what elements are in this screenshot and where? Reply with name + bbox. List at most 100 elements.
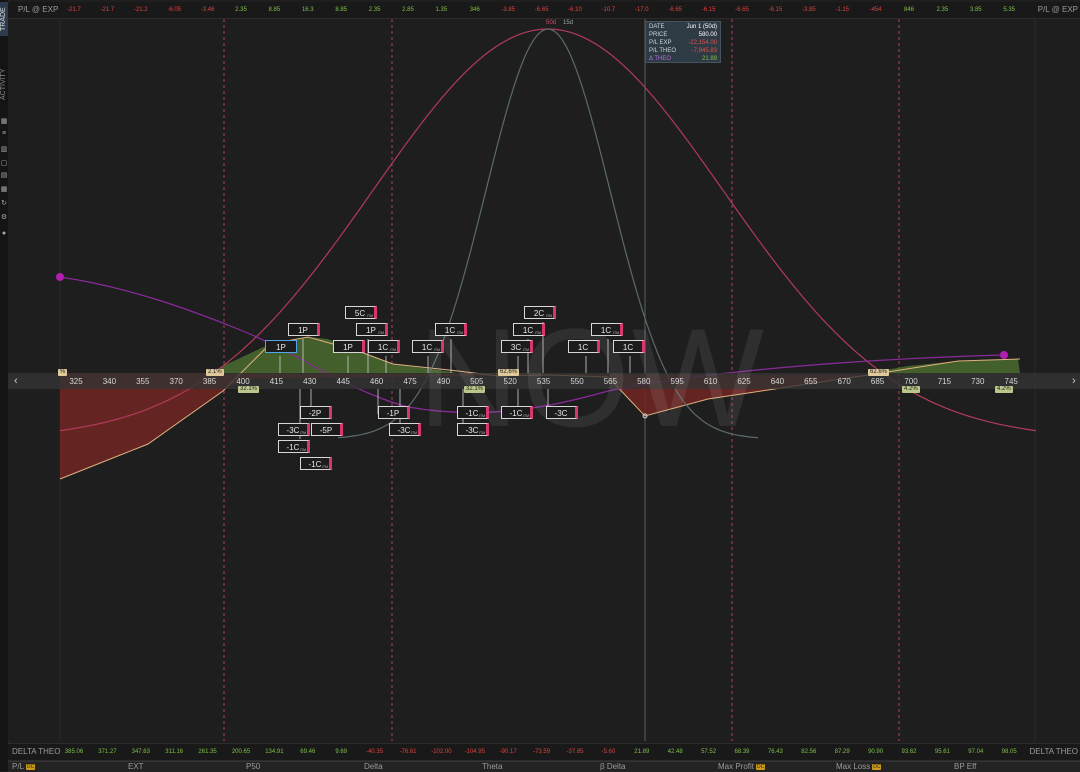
info-pl-theo-value: -7,945.83 — [691, 48, 717, 54]
axis-tick-label: 460 — [369, 377, 384, 386]
axis-tick-label: 355 — [136, 377, 150, 386]
leg-badge[interactable]: 1P — [288, 323, 320, 336]
summary-footer: P/L DC EXT P50 Delta Theta β Delta Max Profit DC… — [8, 761, 1080, 772]
bars-icon[interactable]: ▥ — [0, 146, 8, 154]
strip-value: -6.05 — [167, 7, 182, 13]
strip-value: 9.69 — [335, 749, 348, 755]
leg-badge[interactable]: -3C ITM — [389, 423, 421, 436]
axis-tick-label: 565 — [603, 377, 618, 386]
strip-value: -6.65 — [534, 7, 549, 13]
leg-badge[interactable]: 1P — [333, 340, 365, 353]
axis-tick-label: 670 — [837, 377, 851, 386]
strip-value: 346 — [469, 7, 480, 13]
delta-theo-strip: DELTA THEO 385.06 371.27 347.63 311.16 261.3… — [8, 743, 1080, 761]
strip-value: 3.85 — [969, 7, 982, 13]
grid-icon[interactable]: ▦ — [0, 118, 8, 126]
leg-badge[interactable]: 1C — [613, 340, 645, 353]
leg-badge[interactable]: 1C — [568, 340, 600, 353]
info-pl-exp-label: P/L EXP — [649, 40, 672, 46]
leg-badge[interactable]: 1P ITM — [356, 323, 388, 336]
axis-tick-label: 400 — [236, 377, 250, 386]
strip-value: -17.0 — [634, 7, 649, 13]
strip-label-right: P/L @ EXP — [1037, 5, 1078, 14]
table-icon[interactable]: ▦ — [0, 186, 8, 194]
leg-badge[interactable]: 1C ITM — [435, 323, 467, 336]
leg-badge[interactable]: 1P — [265, 340, 297, 353]
day-label-right: 15d — [563, 20, 574, 26]
strip-value: -6.10 — [568, 7, 582, 13]
strip-value: 21.89 — [634, 749, 650, 755]
strip-value: 347.63 — [131, 749, 150, 755]
leg-badge[interactable]: -3C ITM — [278, 423, 310, 436]
axis-tick-label: 580 — [637, 377, 651, 386]
strip-value: 5.35 — [1003, 7, 1016, 13]
strip-value: -5.60 — [601, 749, 616, 755]
strip-value: -21.7 — [67, 7, 81, 13]
strip-value: -21.2 — [133, 7, 148, 13]
leg-badge[interactable]: -5P — [311, 423, 343, 436]
columns-icon[interactable]: ▤ — [0, 172, 8, 180]
leg-badge[interactable]: -2P — [300, 406, 332, 419]
leg-badge[interactable]: 1C ITM — [513, 323, 545, 336]
strip-label-left: P/L @ EXP — [18, 5, 59, 14]
axis-tick-label: 445 — [336, 377, 350, 386]
strip-value: -3.85 — [801, 7, 816, 13]
leg-badge[interactable]: -1P — [378, 406, 410, 419]
axis-tick-label: 715 — [937, 377, 952, 386]
settings-icon[interactable]: ⚙ — [0, 214, 8, 222]
strip-value: 68.39 — [734, 749, 750, 755]
leg-badge[interactable]: 1C ITM — [591, 323, 623, 336]
strip-value: 2.35 — [368, 7, 381, 13]
strip-value: -6.15 — [701, 7, 716, 13]
refresh-icon[interactable]: ↻ — [0, 200, 8, 208]
info-price-value: 580.00 — [698, 32, 717, 38]
window-icon[interactable]: ▢ — [0, 160, 8, 168]
leg-badge[interactable]: 2C ITM — [524, 306, 556, 319]
strip-value: 8.85 — [335, 7, 348, 13]
strip-value: 93.62 — [901, 749, 917, 755]
help-icon[interactable]: ● — [0, 230, 8, 238]
strip-value: 385.06 — [64, 749, 84, 755]
prob-tag: 62.6% — [498, 369, 520, 376]
axis-tick-label: 550 — [570, 377, 584, 386]
strip-value: -3.46 — [200, 7, 215, 13]
leg-badge[interactable]: -1C ITM — [300, 457, 332, 470]
leg-badge[interactable]: -1C ITM — [501, 406, 533, 419]
strip-value: 57.52 — [701, 749, 717, 755]
info-delta-value: 21.89 — [701, 56, 717, 62]
scroll-right-arrow[interactable]: › — [1072, 375, 1076, 387]
axis-tick-label: 490 — [436, 377, 451, 386]
leg-badge[interactable]: -1C ITM — [457, 406, 489, 419]
info-date-value: Jun 1 (50d) — [686, 24, 717, 30]
leg-badge[interactable]: 1C ITM — [412, 340, 444, 353]
strip-value: 261.35 — [198, 749, 217, 755]
strip-label-right: DELTA THEO — [1029, 747, 1078, 756]
info-pl-theo-label: P/L THEO — [649, 48, 677, 54]
prob-tag: 62.6% — [868, 369, 890, 376]
leg-badge[interactable]: 1C ITM — [368, 340, 400, 353]
strip-value: 82.56 — [801, 749, 817, 755]
axis-tick-label: 415 — [269, 377, 284, 386]
leg-badge[interactable]: -3C ITM — [457, 423, 489, 436]
leg-badge[interactable]: 3C ITM — [501, 340, 533, 353]
theta-start-dot — [56, 273, 64, 281]
prob-tag: 32.1% — [238, 386, 260, 393]
axis-tick-label: 730 — [971, 377, 985, 386]
strip-value: 98.05 — [1001, 749, 1017, 755]
axis-tick-label: 640 — [770, 377, 785, 386]
strip-value: 200.65 — [231, 749, 251, 755]
strip-value: 8.85 — [268, 7, 281, 13]
list-icon[interactable]: ≡ — [0, 130, 8, 138]
strip-value: -10.7 — [601, 7, 616, 13]
leg-badge[interactable]: -3C — [546, 406, 578, 419]
axis-tick-label: 535 — [536, 377, 551, 386]
axis-tick-label: 625 — [737, 377, 751, 386]
strip-value: 97.04 — [968, 749, 984, 755]
strip-value: 90.90 — [868, 749, 884, 755]
scroll-left-arrow[interactable]: ‹ — [14, 375, 18, 387]
leg-badge[interactable]: -1C ITM — [278, 440, 310, 453]
info-delta-label: Δ THEO — [649, 56, 672, 62]
axis-tick-label: 325 — [69, 377, 83, 386]
strip-value: -21.7 — [100, 7, 115, 13]
leg-badge[interactable]: 5C ITM — [345, 306, 377, 319]
